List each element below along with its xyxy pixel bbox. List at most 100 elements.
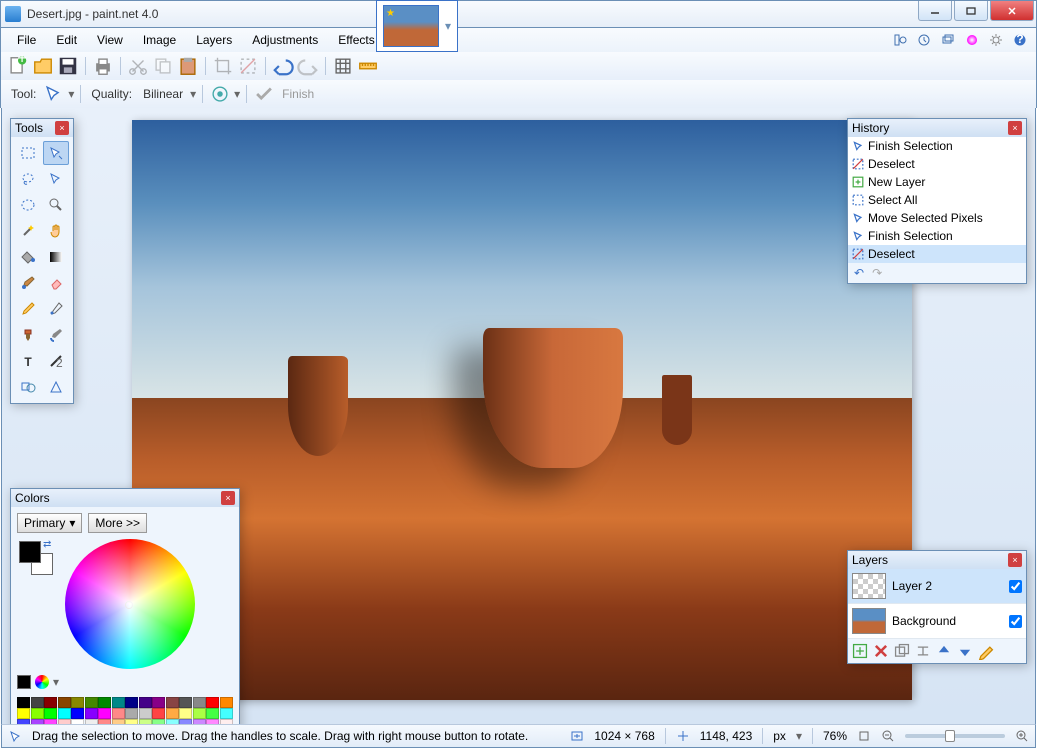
layer-row[interactable]: Background (848, 604, 1026, 639)
delete-layer-icon[interactable] (872, 642, 890, 660)
palette-swatch[interactable] (193, 697, 206, 708)
help-icon[interactable]: ? (1010, 31, 1030, 49)
palette-swatch[interactable] (17, 708, 30, 719)
color-wheel[interactable] (65, 539, 195, 669)
history-item[interactable]: Select All (848, 191, 1026, 209)
zoom-slider[interactable] (905, 734, 1005, 738)
history-item[interactable]: Finish Selection (848, 227, 1026, 245)
magic-wand-tool[interactable] (15, 219, 41, 243)
history-panel-close-icon[interactable]: × (1008, 121, 1022, 135)
palette-swatch[interactable] (152, 697, 165, 708)
palette-swatch[interactable] (220, 697, 233, 708)
ellipse-select-tool[interactable] (15, 193, 41, 217)
new-file-icon[interactable]: + (7, 55, 29, 77)
status-zoom[interactable]: 76% (823, 729, 847, 743)
palette-swatch[interactable] (98, 697, 111, 708)
history-item[interactable]: Deselect (848, 245, 1026, 263)
colors-panel-close-icon[interactable]: × (221, 491, 235, 505)
tool-selector-icon[interactable] (43, 83, 65, 105)
merge-layer-icon[interactable] (914, 642, 932, 660)
close-button[interactable] (990, 1, 1034, 21)
layers-panel[interactable]: Layers× Layer 2Background (847, 550, 1027, 664)
layer-row[interactable]: Layer 2 (848, 569, 1026, 604)
menu-image[interactable]: Image (133, 30, 186, 50)
palette-swatch[interactable] (71, 697, 84, 708)
layer-visibility-checkbox[interactable] (1009, 615, 1022, 628)
menu-edit[interactable]: Edit (46, 30, 87, 50)
history-item[interactable]: Move Selected Pixels (848, 209, 1026, 227)
move-selection-tool[interactable] (43, 167, 69, 191)
palette-swatch[interactable] (206, 708, 219, 719)
grid-icon[interactable] (332, 55, 354, 77)
thumbnail-menu-arrow-icon[interactable]: ▾ (445, 19, 451, 33)
palette-swatch[interactable] (206, 697, 219, 708)
pencil-tool[interactable] (15, 297, 41, 321)
history-item[interactable]: Finish Selection (848, 137, 1026, 155)
quality-value[interactable]: Bilinear (139, 87, 187, 101)
palette-swatch[interactable] (125, 697, 138, 708)
layer-down-icon[interactable] (956, 642, 974, 660)
palette-swatch[interactable] (31, 708, 44, 719)
swap-colors-icon[interactable]: ⇄ (43, 539, 51, 550)
layer-up-icon[interactable] (935, 642, 953, 660)
triangle-tool[interactable] (43, 375, 69, 399)
colors-panel[interactable]: Colors× Primary▾ More >> ⇄ ▾ (10, 488, 240, 737)
more-colors-button[interactable]: More >> (88, 513, 147, 533)
palette-swatch[interactable] (98, 708, 111, 719)
settings-icon[interactable] (986, 31, 1006, 49)
menu-adjustments[interactable]: Adjustments (242, 30, 328, 50)
shapes-tool[interactable] (15, 375, 41, 399)
palette-swatch[interactable] (179, 697, 192, 708)
colors-toggle-icon[interactable] (962, 31, 982, 49)
palette-swatch[interactable] (85, 708, 98, 719)
print-icon[interactable] (92, 55, 114, 77)
clone-stamp-tool[interactable] (15, 323, 41, 347)
eraser-tool[interactable] (43, 271, 69, 295)
history-item[interactable]: Deselect (848, 155, 1026, 173)
palette-swatch[interactable] (125, 708, 138, 719)
layer-properties-icon[interactable] (977, 642, 995, 660)
zoom-actual-icon[interactable] (857, 729, 871, 743)
layer-visibility-checkbox[interactable] (1009, 580, 1022, 593)
palette-swatch[interactable] (193, 708, 206, 719)
palette-swatch[interactable] (220, 708, 233, 719)
palette-swatch[interactable] (166, 697, 179, 708)
tools-panel[interactable]: Tools× T 2 (10, 118, 74, 404)
palette-swatch[interactable] (44, 697, 57, 708)
history-redo-icon[interactable]: ↷ (872, 266, 882, 280)
paint-bucket-tool[interactable] (15, 245, 41, 269)
history-panel[interactable]: History× Finish SelectionDeselectNew Lay… (847, 118, 1027, 284)
paste-icon[interactable] (177, 55, 199, 77)
cut-icon[interactable] (127, 55, 149, 77)
minimize-button[interactable] (918, 1, 952, 21)
pan-tool[interactable] (43, 219, 69, 243)
titlebar[interactable]: Desert.jpg - paint.net 4.0 (0, 0, 1037, 28)
menu-file[interactable]: File (7, 30, 46, 50)
palette-swatch[interactable] (152, 708, 165, 719)
menu-view[interactable]: View (87, 30, 133, 50)
undo-icon[interactable] (272, 55, 294, 77)
deselect-icon[interactable] (237, 55, 259, 77)
canvas[interactable] (132, 120, 912, 700)
palette-swatch[interactable] (112, 697, 125, 708)
reset-colors-icon[interactable] (17, 675, 31, 689)
zoom-tool[interactable] (43, 193, 69, 217)
recolor-tool[interactable] (43, 323, 69, 347)
finish-label[interactable]: Finish (278, 87, 318, 101)
zoom-out-icon[interactable] (881, 729, 895, 743)
history-toggle-icon[interactable] (914, 31, 934, 49)
tools-panel-close-icon[interactable]: × (55, 121, 69, 135)
palette-swatch[interactable] (112, 708, 125, 719)
history-item[interactable]: New Layer (848, 173, 1026, 191)
finish-check-icon[interactable] (253, 83, 275, 105)
menu-layers[interactable]: Layers (186, 30, 242, 50)
redo-icon[interactable] (297, 55, 319, 77)
sampling-icon[interactable] (209, 83, 231, 105)
color-swatches[interactable]: ⇄ (17, 539, 57, 669)
palette-swatch[interactable] (58, 708, 71, 719)
zoom-in-icon[interactable] (1015, 729, 1029, 743)
palette-swatch[interactable] (58, 697, 71, 708)
move-selected-tool[interactable] (43, 141, 69, 165)
line-curve-tool[interactable]: 2 (43, 349, 69, 373)
rectangle-select-tool[interactable] (15, 141, 41, 165)
